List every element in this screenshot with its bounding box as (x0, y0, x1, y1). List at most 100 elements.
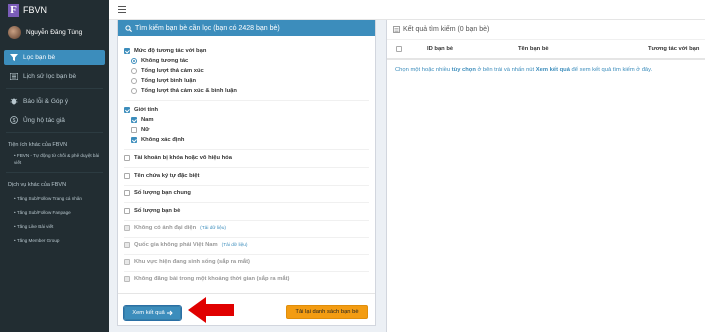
option-label: Số lượng bạn chung (134, 190, 191, 196)
checkbox-label: Nữ (141, 127, 150, 133)
radio-button[interactable] (131, 78, 137, 84)
bug-icon (10, 98, 18, 105)
sidebar-item-report[interactable]: Báo lỗi & Góp ý (0, 93, 109, 109)
interaction-level-checkbox[interactable] (124, 48, 130, 54)
divider (124, 167, 369, 168)
radio-label: Tổng lượt thả cảm xúc (141, 68, 204, 74)
service-item-member-group[interactable]: • Tăng Member Group (0, 235, 109, 246)
button-label: Tải lại danh sách bạn bè (295, 309, 359, 315)
topbar (109, 0, 705, 20)
load-data-link[interactable]: (Tải dữ liệu) (200, 226, 226, 231)
interaction-radio-both[interactable]: Tổng lượt thả cảm xúc & bình luận (131, 88, 237, 94)
special-name-option[interactable]: Tên chứa ký tự đặc biệt (124, 173, 199, 179)
service-item-sub-fanpage[interactable]: • Tăng Sub/Follow Fanpage (0, 207, 109, 218)
result-panel-header: Kết quả tìm kiếm (0 bạn bè) (387, 20, 705, 40)
sidebar-item-label: Báo lỗi & Góp ý (23, 97, 69, 105)
gender-female-option[interactable]: Nữ (131, 127, 149, 133)
checkbox[interactable] (124, 208, 130, 214)
locked-account-option[interactable]: Tài khoản bị khóa hoặc vô hiệu hóa (124, 155, 232, 161)
service-item-label: Tăng Like Bài viết (16, 224, 54, 229)
service-item-like-post[interactable]: • Tăng Like Bài viết (0, 221, 109, 232)
service-item-label: Tăng Member Group (16, 238, 60, 243)
checkbox[interactable] (124, 242, 130, 248)
option-label: Số lượng bạn bè (134, 208, 181, 214)
radio-button[interactable] (131, 68, 137, 74)
radio-button[interactable] (131, 58, 137, 64)
interaction-level-label: Mức độ tương tác với bạn (134, 48, 207, 54)
checkbox[interactable] (124, 190, 130, 196)
donate-icon: $ (10, 116, 18, 124)
service-item-label: Tăng Sub/Follow Trang cá nhân (16, 196, 82, 201)
avatar (8, 26, 21, 39)
gender-male-option[interactable]: Nam (131, 117, 154, 123)
checkbox[interactable] (124, 225, 130, 231)
history-icon (10, 72, 18, 80)
option-label: Tên chứa ký tự đặc biệt (134, 173, 200, 179)
interaction-radio-none[interactable]: Không tương tác (131, 58, 188, 64)
empty-results-hint: Chọn một hoặc nhiều tùy chọn ở bên trái … (395, 67, 652, 73)
sidebar-item-history[interactable]: Lịch sử lọc bạn bè (0, 68, 109, 84)
hint-text: Chọn một hoặc nhiều (395, 67, 452, 73)
radio-label: Tổng lượt bình luận (141, 78, 197, 84)
sidebar: F FBVN Nguyễn Đăng Tùng Lọc bạn bè Lịch … (0, 0, 109, 332)
result-panel-title: Kết quả tìm kiếm (0 bạn bè) (403, 26, 490, 33)
checkbox-label: Nam (141, 117, 154, 123)
load-data-link[interactable]: (Tải dữ liệu) (222, 243, 248, 248)
hint-emphasis: tùy chọn (451, 67, 476, 73)
filter-panel: Tìm kiếm bạn bè cần lọc (bạn có 2428 bạn… (117, 20, 376, 326)
ext-item-fbvn-auto[interactable]: • FBVN - Tự động từ chối & phê duyệt bài… (0, 150, 109, 168)
service-item-sub-profile[interactable]: • Tăng Sub/Follow Trang cá nhân (0, 193, 109, 204)
checkbox[interactable] (131, 117, 137, 123)
service-item-label: Tăng Sub/Follow Fanpage (16, 210, 71, 215)
user-panel[interactable]: Nguyễn Đăng Tùng (0, 20, 109, 45)
reload-friends-button[interactable]: Tải lại danh sách bạn bè (286, 305, 368, 319)
gender-option[interactable]: Giới tính (124, 107, 158, 113)
divider (124, 202, 369, 203)
mutual-friends-option[interactable]: Số lượng bạn chung (124, 190, 191, 196)
hint-emphasis: Xem kết quả (535, 67, 570, 73)
radio-label: Không tương tác (141, 58, 189, 64)
region-option[interactable]: Khu vực hiện đang sinh sống (sắp ra mắt) (124, 259, 250, 265)
divider (6, 132, 103, 133)
select-all-checkbox[interactable] (396, 46, 402, 52)
divider (6, 172, 103, 173)
sidebar-item-label: Lịch sử lọc bạn bè (23, 72, 77, 80)
radio-button[interactable] (131, 88, 137, 94)
divider (124, 100, 369, 101)
column-header-name[interactable]: Tên bạn bè (518, 46, 549, 52)
interaction-level-option[interactable]: Mức độ tương tác với bạn (124, 48, 206, 54)
radio-label: Tổng lượt thả cảm xúc & bình luận (141, 88, 237, 94)
divider (6, 88, 103, 89)
gender-label: Giới tính (134, 107, 159, 113)
checkbox[interactable] (131, 137, 137, 143)
gender-unknown-option[interactable]: Không xác định (131, 137, 184, 143)
result-table-header: ID bạn bè Tên bạn bè Tương tác với bạn (387, 40, 705, 60)
gender-checkbox[interactable] (124, 107, 130, 113)
friend-count-option[interactable]: Số lượng bạn bè (124, 208, 180, 214)
checkbox[interactable] (124, 173, 130, 179)
sidebar-item-filter-friends[interactable]: Lọc bạn bè (4, 50, 105, 65)
checkbox[interactable] (124, 276, 130, 282)
checkbox[interactable] (131, 127, 137, 133)
view-results-button[interactable]: Xem kết quả (123, 305, 182, 321)
divider (118, 293, 375, 294)
interaction-radio-reactions[interactable]: Tổng lượt thả cảm xúc (131, 68, 204, 74)
button-label: Xem kết quả (132, 310, 165, 316)
option-label: Quốc gia không phải Việt Nam (134, 242, 218, 248)
column-header-interaction[interactable]: Tương tác với bạn (648, 46, 699, 52)
filter-panel-title: Tìm kiếm bạn bè cần lọc (bạn có 2428 bạn… (135, 24, 280, 32)
brand[interactable]: F FBVN (0, 0, 109, 20)
section-services: Dịch vụ khác của FBVN (8, 182, 67, 188)
no-avatar-option[interactable]: Không có ảnh đại diện (Tải dữ liệu) (124, 225, 226, 231)
option-label: Khu vực hiện đang sinh sống (sắp ra mắt) (134, 259, 250, 265)
column-header-id[interactable]: ID bạn bè (427, 46, 453, 52)
not-vietnam-option[interactable]: Quốc gia không phải Việt Nam (Tải dữ liệ… (124, 242, 248, 248)
sidebar-item-label: Ủng hộ tác giả (23, 116, 65, 124)
checkbox[interactable] (124, 155, 130, 161)
checkbox[interactable] (124, 259, 130, 265)
no-post-option[interactable]: Không đăng bài trong một khoảng thời gia… (124, 276, 289, 282)
result-panel: Kết quả tìm kiếm (0 bạn bè) ID bạn bè Tê… (386, 20, 705, 332)
hamburger-menu-icon[interactable] (118, 6, 126, 13)
interaction-radio-comments[interactable]: Tổng lượt bình luận (131, 78, 196, 84)
sidebar-item-donate[interactable]: $ Ủng hộ tác giả (0, 112, 109, 128)
